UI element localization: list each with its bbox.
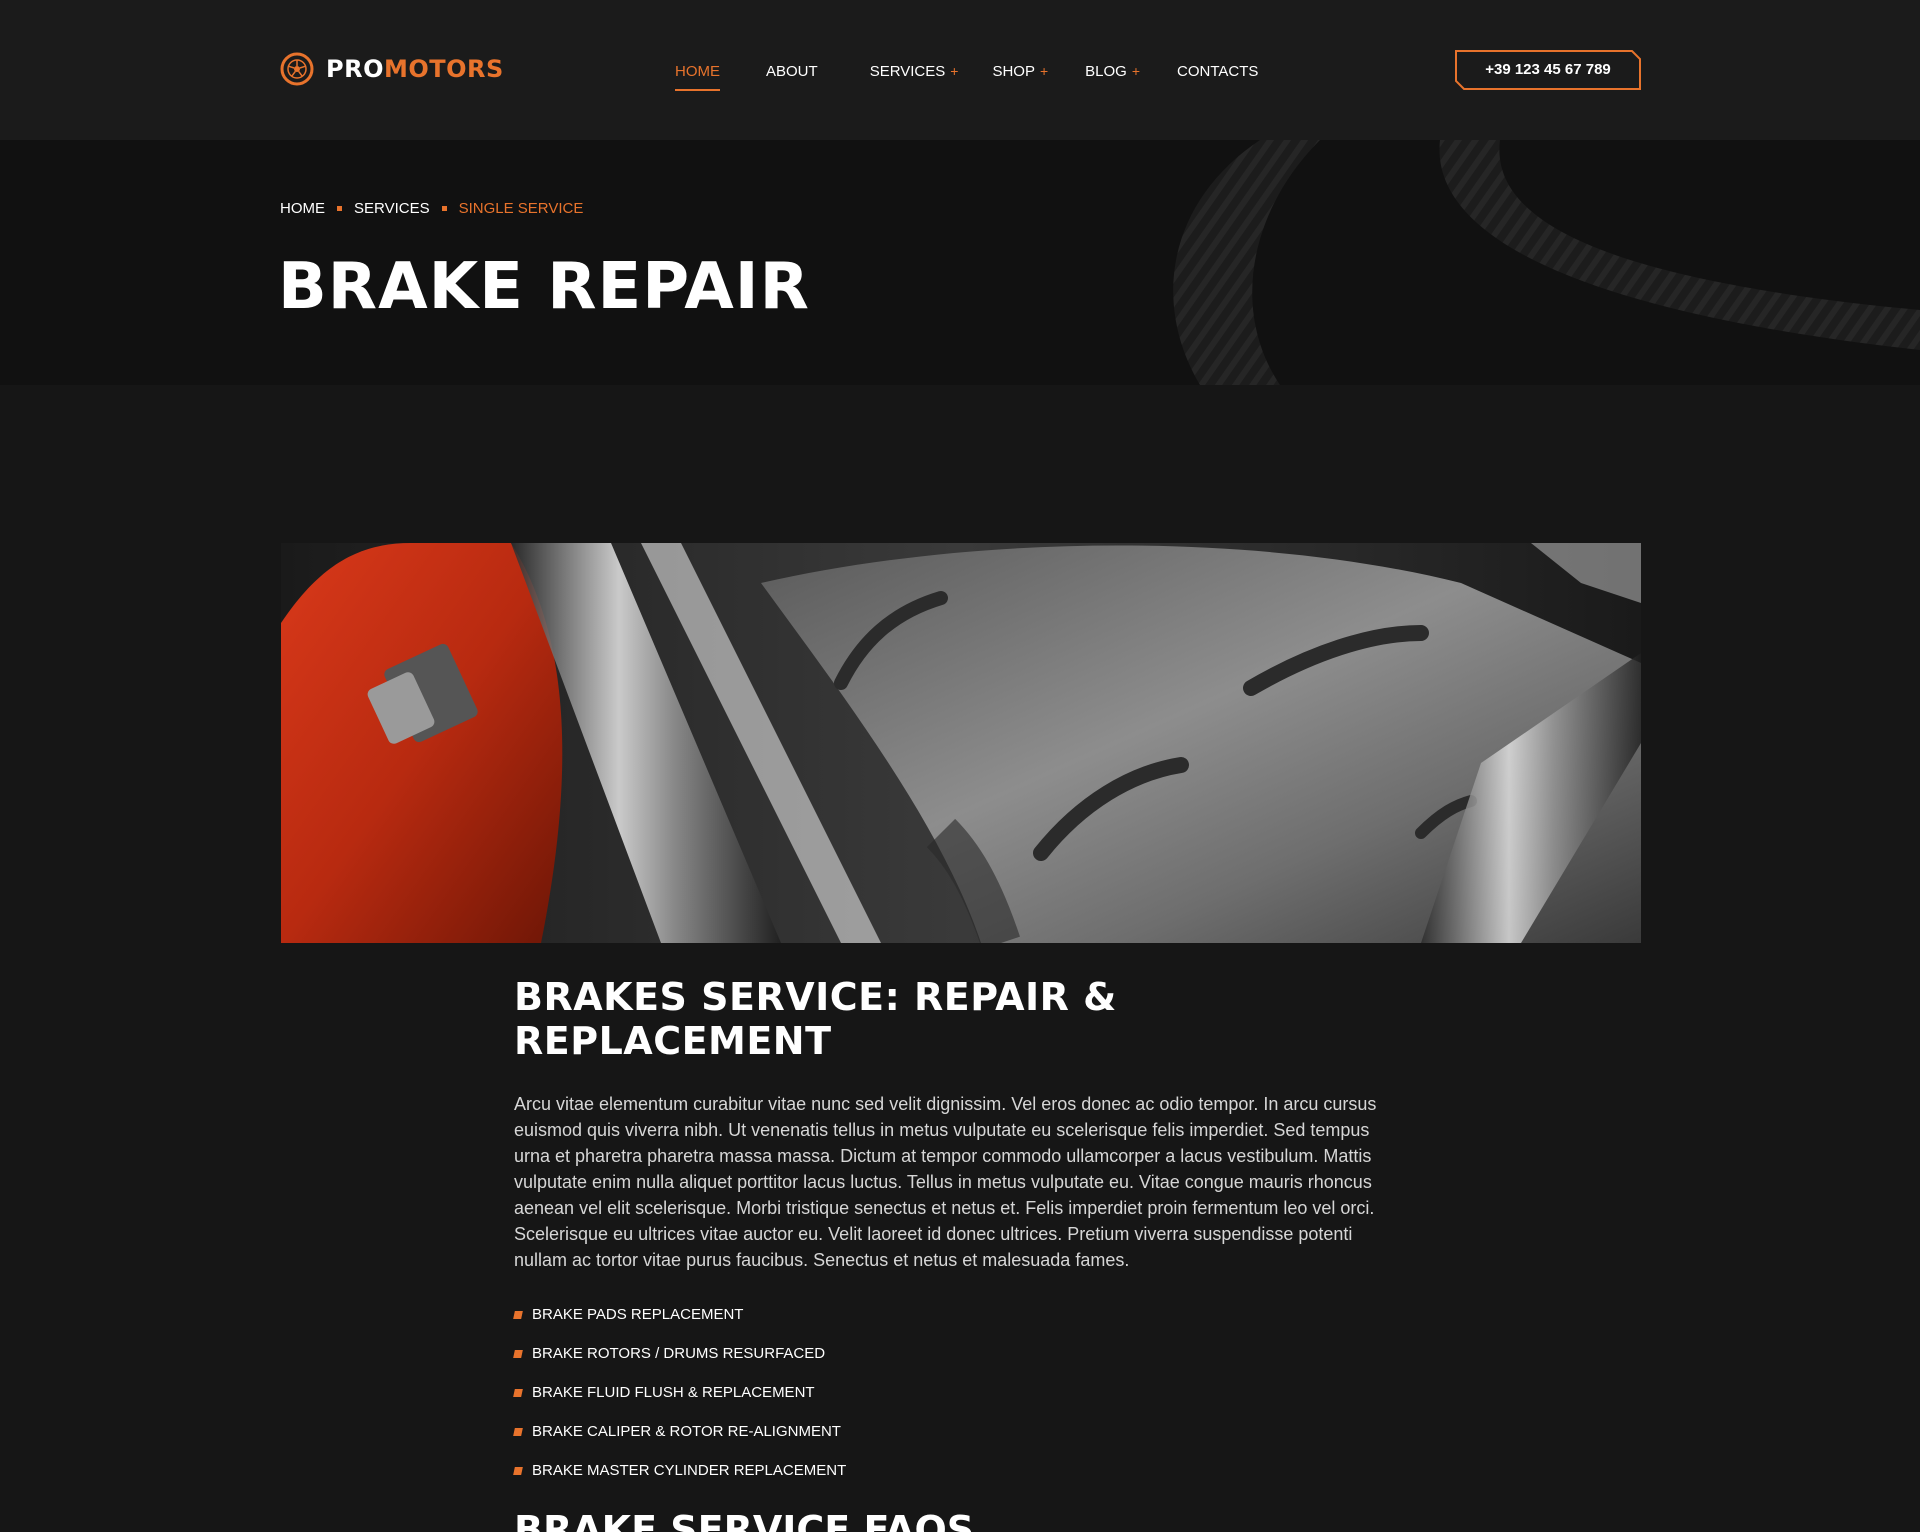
- nav-label: BLOG: [1085, 62, 1127, 80]
- breadcrumb-current: SINGLE SERVICE: [458, 200, 584, 217]
- list-item: BRAKE PADS REPLACEMENT: [513, 1295, 1404, 1334]
- feature-label: BRAKE MASTER CYLINDER REPLACEMENT: [532, 1462, 847, 1479]
- nav-item-contacts[interactable]: CONTACTS: [1177, 58, 1258, 84]
- tire-tracks-decoration: [1173, 140, 1920, 385]
- plus-icon: +: [1039, 63, 1049, 79]
- square-bullet-icon: [513, 1466, 523, 1475]
- phone-number: +39 123 45 67 789: [1485, 61, 1611, 78]
- brand-name: PROMOTORS: [326, 55, 504, 83]
- feature-label: BRAKE FLUID FLUSH & REPLACEMENT: [532, 1384, 815, 1401]
- service-content: BRAKES SERVICE: REPAIR & REPLACEMENT Arc…: [513, 975, 1404, 1490]
- main-nav: HOME ABOUT SERVICES + SHOP + BLOG + CONTACT…: [675, 58, 1258, 91]
- breadcrumb-separator: [441, 206, 447, 211]
- list-item: BRAKE MASTER CYLINDER REPLACEMENT: [513, 1451, 1404, 1490]
- service-description: Arcu vitae elementum curabitur vitae nun…: [514, 1094, 1377, 1270]
- list-item: BRAKE ROTORS / DRUMS RESURFACED: [513, 1334, 1404, 1373]
- breadcrumb: HOME SERVICES SINGLE SERVICE: [280, 200, 583, 217]
- nav-label: CONTACTS: [1177, 62, 1259, 80]
- square-bullet-icon: [513, 1349, 523, 1358]
- nav-item-blog[interactable]: BLOG +: [1085, 58, 1140, 84]
- list-item: BRAKE FLUID FLUSH & REPLACEMENT: [513, 1373, 1404, 1412]
- brake-hero-image: [281, 543, 1641, 943]
- nav-item-shop[interactable]: SHOP +: [992, 58, 1048, 84]
- nav-label: SERVICES: [869, 62, 946, 80]
- nav-label: ABOUT: [766, 62, 818, 80]
- nav-label: HOME: [675, 62, 720, 80]
- faq-heading: BRAKE SERVICE FAQS: [514, 1508, 975, 1532]
- phone-button[interactable]: +39 123 45 67 789: [1455, 50, 1641, 90]
- feature-label: BRAKE PADS REPLACEMENT: [532, 1306, 744, 1323]
- nav-item-home[interactable]: HOME: [675, 58, 720, 91]
- feature-list: BRAKE PADS REPLACEMENT BRAKE ROTORS / DR…: [513, 1295, 1404, 1490]
- square-bullet-icon: [513, 1427, 523, 1436]
- breadcrumb-services[interactable]: SERVICES: [354, 200, 430, 217]
- plus-icon: +: [1131, 63, 1141, 79]
- brand-logo[interactable]: PROMOTORS: [280, 52, 504, 86]
- service-heading: BRAKES SERVICE: REPAIR & REPLACEMENT: [514, 975, 1117, 1063]
- nav-label: SHOP: [992, 62, 1035, 80]
- brand-name-part-2: MOTORS: [383, 55, 504, 83]
- nav-item-about[interactable]: ABOUT: [766, 58, 818, 84]
- list-item: BRAKE CALIPER & ROTOR RE-ALIGNMENT: [513, 1412, 1404, 1451]
- wheel-logo-icon: [280, 52, 314, 86]
- page-title: BRAKE REPAIR: [278, 250, 810, 324]
- site-header: PROMOTORS HOME ABOUT SERVICES + SHOP + BLO…: [0, 0, 1920, 140]
- breadcrumb-home[interactable]: HOME: [280, 200, 325, 217]
- page-title-banner: HOME SERVICES SINGLE SERVICE BRAKE REPAI…: [0, 140, 1920, 385]
- feature-label: BRAKE CALIPER & ROTOR RE-ALIGNMENT: [532, 1423, 841, 1440]
- brand-name-part-1: PRO: [326, 55, 384, 83]
- feature-label: BRAKE ROTORS / DRUMS RESURFACED: [532, 1345, 826, 1362]
- nav-item-services[interactable]: SERVICES +: [870, 58, 959, 84]
- square-bullet-icon: [513, 1310, 523, 1319]
- breadcrumb-separator: [337, 206, 342, 211]
- plus-icon: +: [950, 63, 959, 79]
- square-bullet-icon: [513, 1388, 523, 1397]
